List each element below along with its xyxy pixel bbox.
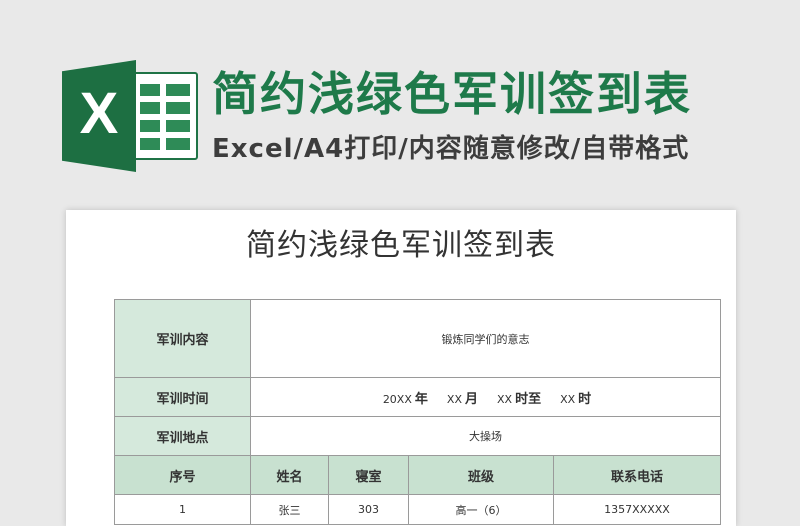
banner-title: 简约浅绿色军训签到表 (212, 67, 692, 121)
cell-no[interactable]: 1 (114, 494, 251, 525)
excel-x-letter: X (79, 81, 119, 146)
time-month-unit: 月 (464, 391, 478, 407)
content-value[interactable]: 锻炼同学们的意志 (250, 299, 721, 378)
content-label: 军训内容 (114, 299, 251, 378)
place-label: 军训地点 (114, 416, 251, 456)
document-title: 简约浅绿色军训签到表 (246, 228, 556, 263)
col-header-room: 寝室 (328, 455, 409, 495)
banner: X 简约浅绿色军训签到表 Excel/A4打印/内容随意修改/自带格式 (0, 0, 800, 205)
time-end-unit: 时 (578, 391, 592, 407)
cell-phone[interactable]: 1357XXXXX (553, 494, 721, 525)
time-month-value: XX (446, 392, 462, 406)
time-year-value: 20XX (382, 392, 412, 406)
place-row: 军训地点 大操场 (114, 416, 721, 456)
time-value[interactable]: 20XX 年 XX 月 XX 时至 XX 时 (250, 377, 721, 417)
time-year-unit: 年 (414, 391, 428, 407)
col-header-class: 班级 (408, 455, 554, 495)
time-end-value: XX (560, 392, 576, 406)
cell-room[interactable]: 303 (328, 494, 409, 525)
place-value[interactable]: 大操场 (250, 416, 721, 456)
cell-class[interactable]: 高一（6） (408, 494, 554, 525)
column-header-row: 序号 姓名 寝室 班级 联系电话 (114, 455, 721, 495)
banner-subtitle: Excel/A4打印/内容随意修改/自带格式 (212, 134, 690, 164)
sign-in-table: 军训内容 锻炼同学们的意志 军训时间 20XX 年 XX 月 XX 时至 XX 时 军训地点 … (114, 299, 721, 525)
col-header-name: 姓名 (250, 455, 329, 495)
time-hour-value: XX (497, 392, 513, 406)
time-label: 军训时间 (114, 377, 251, 417)
document-page: 简约浅绿色军训签到表 军训内容 锻炼同学们的意志 军训时间 20XX 年 XX 月 XX… (66, 210, 736, 526)
col-header-phone: 联系电话 (553, 455, 721, 495)
time-row: 军训时间 20XX 年 XX 月 XX 时至 XX 时 (114, 377, 721, 417)
cell-name[interactable]: 张三 (250, 494, 329, 525)
time-hour-unit: 时至 (515, 391, 542, 407)
excel-logo-icon: X (62, 60, 200, 172)
content-row: 军训内容 锻炼同学们的意志 (114, 299, 721, 378)
table-row: 1 张三 303 高一（6） 1357XXXXX (114, 494, 721, 525)
col-header-no: 序号 (114, 455, 251, 495)
